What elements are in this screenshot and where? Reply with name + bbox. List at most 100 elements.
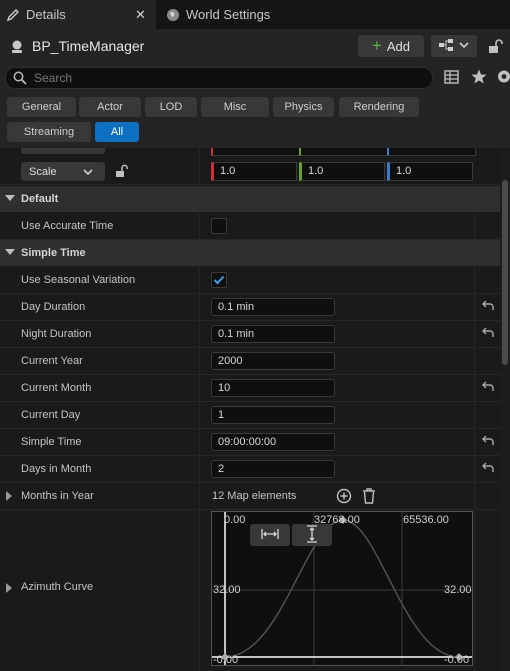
curve-editor[interactable]: 0.00 32768.00 65536.00 32.00 32.00 -0.00…	[211, 511, 473, 666]
row-months-in-year: Months in Year 12 Map elements	[0, 483, 500, 510]
fit-horizontal-button[interactable]	[250, 524, 290, 546]
section-default[interactable]: Default	[0, 186, 500, 213]
add-button[interactable]: + Add	[358, 35, 424, 57]
search-input[interactable]	[32, 69, 426, 87]
section-simple-time[interactable]: Simple Time	[0, 240, 500, 267]
row-azimuth-curve: Azimuth Curve 0.00 32768.00 65536.00 32.…	[0, 510, 500, 671]
scale-row: Scale 1.0 1.0 1.0	[0, 158, 500, 185]
simple-time-field[interactable]: 09:00:00:00	[211, 433, 335, 451]
months-in-year-label: Months in Year	[21, 490, 94, 502]
location-label-stub	[21, 148, 105, 154]
actor-title: BP_TimeManager	[32, 38, 145, 54]
scale-x-field[interactable]: 1.0	[211, 162, 297, 181]
filter-all[interactable]: All	[95, 122, 139, 142]
settings-gear-icon[interactable]	[496, 69, 510, 87]
day-duration-value: 0.1 min	[218, 301, 255, 313]
column-separator	[199, 321, 200, 347]
star-icon[interactable]	[471, 69, 487, 87]
blueprint-options-button[interactable]	[431, 35, 477, 57]
scale-y-value: 1.0	[308, 165, 324, 177]
filter-rendering[interactable]: Rendering	[339, 97, 419, 117]
search-icon	[13, 71, 27, 88]
days-in-month-label: Days in Month	[21, 463, 92, 475]
filter-streaming-label: Streaming	[23, 126, 75, 138]
day-duration-label: Day Duration	[21, 301, 86, 313]
days-in-month-field[interactable]: 2	[211, 460, 335, 478]
reset-to-default-icon[interactable]	[481, 327, 495, 342]
column-separator	[474, 213, 475, 239]
tab-world-settings-label: World Settings	[186, 7, 271, 22]
current-year-field[interactable]: 2000	[211, 352, 335, 370]
filter-physics[interactable]: Physics	[273, 97, 334, 117]
filter-streaming[interactable]: Streaming	[7, 122, 91, 142]
curve-y-bottom-right-label: -0.00	[444, 654, 470, 666]
column-separator	[199, 375, 200, 401]
row-current-month: Current Month 10	[0, 375, 500, 402]
use-seasonal-variation-checkbox[interactable]	[211, 272, 227, 288]
curve-y-left-label: 32.00	[213, 584, 241, 596]
row-current-day: Current Day 1	[0, 402, 500, 429]
column-separator	[474, 456, 475, 482]
filter-all-label: All	[110, 126, 124, 138]
add-element-icon[interactable]	[336, 488, 352, 507]
filter-physics-label: Physics	[284, 101, 323, 113]
night-duration-field[interactable]: 0.1 min	[211, 325, 335, 343]
trash-icon[interactable]	[362, 488, 376, 507]
column-separator	[199, 510, 200, 671]
reset-to-default-icon[interactable]	[481, 381, 495, 396]
reset-to-default-icon[interactable]	[481, 300, 495, 315]
section-default-title: Default	[21, 193, 59, 205]
current-year-value: 2000	[218, 355, 243, 367]
plus-icon: +	[371, 36, 382, 55]
current-day-field[interactable]: 1	[211, 406, 335, 424]
unlock-icon[interactable]	[115, 164, 129, 181]
pencil-icon	[6, 8, 20, 22]
simple-time-label: Simple Time	[21, 436, 82, 448]
table-view-icon[interactable]	[444, 70, 459, 87]
days-in-month-value: 2	[218, 463, 225, 475]
tab-details[interactable]: Details ✕	[0, 0, 156, 29]
curve-y-bottom-left-label: -0.00	[213, 654, 239, 666]
scale-z-field[interactable]: 1.0	[387, 162, 473, 181]
row-days-in-month: Days in Month 2	[0, 456, 500, 483]
reset-to-default-icon[interactable]	[481, 462, 495, 477]
filter-actor-label: Actor	[97, 101, 123, 113]
chevron-down-icon	[459, 40, 469, 52]
column-separator	[199, 402, 200, 428]
filter-actor[interactable]: Actor	[79, 97, 141, 117]
fit-vertical-button[interactable]	[292, 524, 332, 546]
current-day-label: Current Day	[21, 409, 81, 421]
lock-icon[interactable]	[487, 38, 503, 57]
column-separator	[199, 429, 200, 455]
expand-arrow-right-icon[interactable]	[6, 583, 12, 593]
row-use-seasonal-variation: Use Seasonal Variation	[0, 267, 500, 294]
scale-y-field[interactable]: 1.0	[299, 162, 385, 181]
expand-arrow-icon	[5, 195, 15, 201]
scale-dropdown[interactable]: Scale	[21, 162, 105, 181]
location-x-stub	[211, 148, 300, 156]
azimuth-curve-label: Azimuth Curve	[21, 581, 94, 593]
tab-world-settings[interactable]: World Settings	[160, 0, 300, 29]
column-separator	[199, 148, 200, 158]
add-button-label: Add	[386, 38, 411, 54]
column-separator	[474, 402, 475, 428]
current-year-label: Current Year	[21, 355, 83, 367]
filter-misc[interactable]: Misc	[201, 97, 269, 117]
current-month-label: Current Month	[21, 382, 92, 394]
scale-z-value: 1.0	[396, 165, 412, 177]
reset-to-default-icon[interactable]	[481, 435, 495, 450]
curve-y-right-label: 32.00	[444, 584, 472, 596]
filter-lod[interactable]: LOD	[145, 97, 197, 117]
search-box[interactable]	[5, 67, 433, 89]
filter-general[interactable]: General	[7, 97, 76, 117]
current-day-value: 1	[218, 409, 225, 421]
close-icon[interactable]: ✕	[135, 7, 146, 23]
day-duration-field[interactable]: 0.1 min	[211, 298, 335, 316]
night-duration-value: 0.1 min	[218, 328, 255, 340]
current-month-field[interactable]: 10	[211, 379, 335, 397]
expand-arrow-icon	[5, 249, 15, 255]
scrollbar-thumb[interactable]	[502, 180, 508, 365]
use-accurate-time-checkbox[interactable]	[211, 218, 227, 234]
row-simple-time: Simple Time 09:00:00:00	[0, 429, 500, 456]
expand-arrow-right-icon[interactable]	[6, 491, 12, 501]
